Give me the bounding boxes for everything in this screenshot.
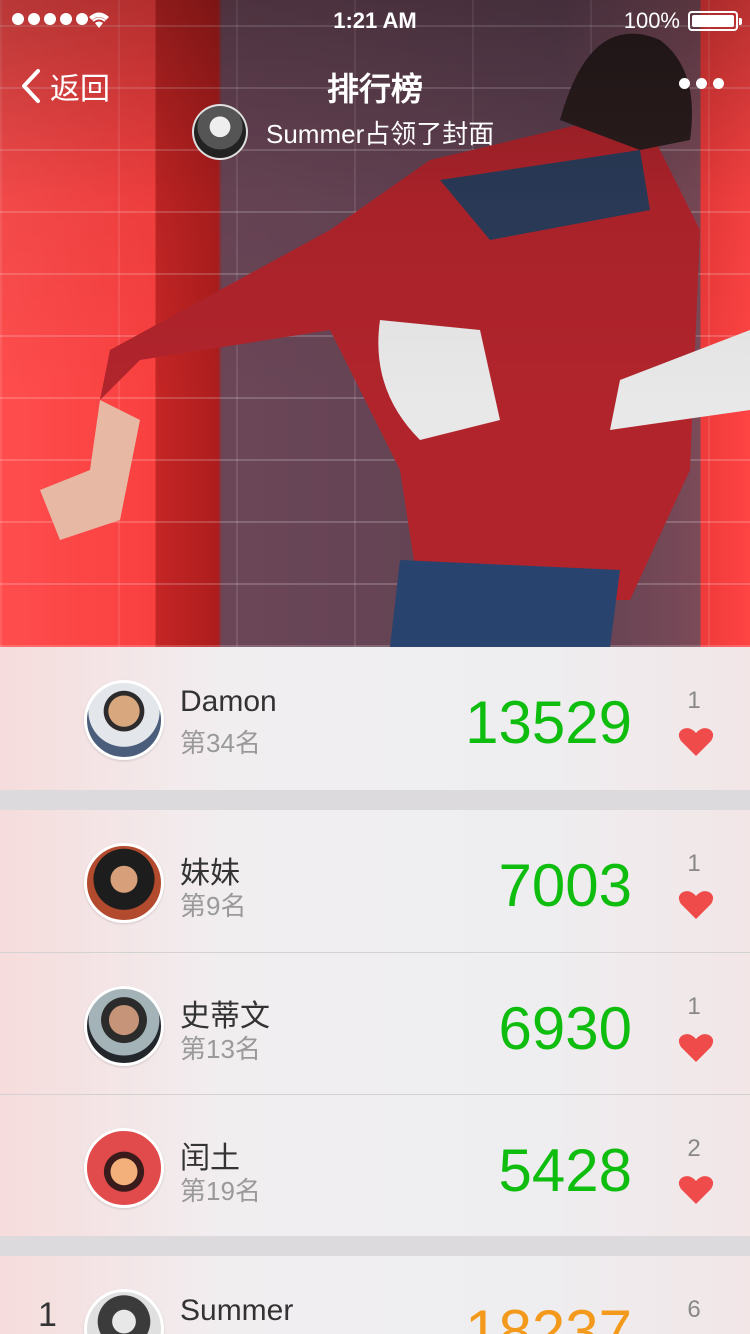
avatar[interactable] (84, 843, 164, 923)
rank-text: 第9名 (180, 891, 247, 921)
score: 18237 (465, 1298, 632, 1334)
section-divider (0, 790, 750, 810)
user-name: Damon (180, 685, 277, 718)
more-dot-icon (713, 78, 724, 89)
battery-icon (688, 11, 742, 31)
cover-caption: Summer占领了封面 (266, 118, 495, 149)
score: 7003 (498, 852, 632, 919)
list-item[interactable]: 闰土 第19名 5428 2 (0, 1094, 750, 1236)
battery-percent: 100% (623, 8, 680, 33)
avatar[interactable] (84, 1289, 164, 1334)
rank-text: 第34名 (180, 728, 261, 758)
section-divider (0, 1236, 750, 1256)
more-dot-icon (679, 78, 690, 89)
heart-icon[interactable] (678, 1175, 714, 1205)
status-bar: 1:21 AM 100% (0, 0, 750, 40)
rank-text: 第19名 (180, 1176, 261, 1206)
rank-number: 1 (38, 1296, 57, 1334)
user-name: Summer (180, 1294, 294, 1327)
cover-owner[interactable]: Summer占领了封面 (192, 104, 494, 160)
avatar[interactable] (84, 680, 164, 760)
self-rank-row[interactable]: Damon 第34名 13529 1 (0, 647, 750, 790)
score: 13529 (465, 689, 632, 756)
ranking-list: Damon 第34名 13529 1 妹妹 第9名 7003 1 史蒂文 第13… (0, 647, 750, 1334)
rank-text: 第13名 (180, 1034, 261, 1064)
heart-icon[interactable] (678, 1033, 714, 1063)
list-item[interactable]: 1 Summer 18237 6 (0, 1256, 750, 1334)
avatar[interactable] (84, 1128, 164, 1208)
list-item[interactable]: 史蒂文 第13名 6930 1 (0, 952, 750, 1094)
like-count: 1 (687, 993, 701, 1020)
more-button[interactable] (679, 78, 724, 89)
list-item[interactable]: 妹妹 第9名 7003 1 (0, 810, 750, 952)
like-count: 6 (687, 1296, 701, 1323)
like-count: 1 (687, 850, 701, 877)
like-count: 2 (687, 1135, 701, 1162)
cover-owner-avatar[interactable] (192, 104, 248, 160)
avatar[interactable] (84, 986, 164, 1066)
heart-icon[interactable] (678, 890, 714, 920)
like-count: 1 (687, 687, 701, 714)
score: 6930 (498, 995, 632, 1062)
more-dot-icon (696, 78, 707, 89)
heart-icon[interactable] (678, 727, 714, 757)
score: 5428 (498, 1137, 632, 1204)
